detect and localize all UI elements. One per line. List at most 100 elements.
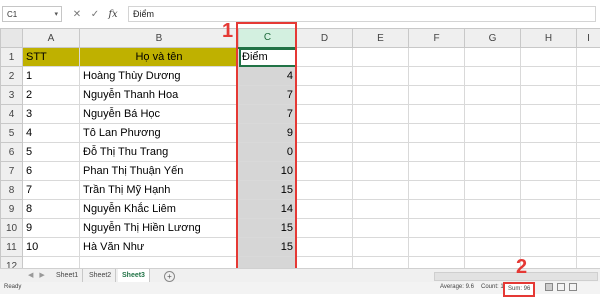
cell[interactable] — [465, 124, 521, 143]
cancel-icon[interactable]: ✕ — [72, 9, 82, 20]
cell[interactable] — [297, 200, 353, 219]
cell[interactable] — [465, 67, 521, 86]
cell[interactable] — [353, 238, 409, 257]
cell[interactable] — [521, 181, 577, 200]
cell-name[interactable]: Hoàng Thùy Dương — [80, 67, 239, 86]
cell[interactable] — [521, 238, 577, 257]
cell-score-header[interactable]: Điểm — [239, 48, 297, 67]
cell-stt[interactable]: 5 — [23, 143, 80, 162]
row-header[interactable]: 5 — [1, 124, 23, 143]
cell[interactable] — [577, 238, 600, 257]
cell[interactable] — [353, 48, 409, 67]
add-sheet-icon[interactable]: + — [164, 271, 175, 282]
normal-view-icon[interactable] — [545, 283, 553, 291]
cell[interactable] — [577, 219, 600, 238]
cell[interactable] — [409, 162, 465, 181]
cell[interactable] — [521, 67, 577, 86]
cell[interactable] — [577, 86, 600, 105]
cell-score[interactable]: 4 — [239, 67, 297, 86]
cell-stt[interactable]: 4 — [23, 124, 80, 143]
cell[interactable] — [465, 105, 521, 124]
cell[interactable] — [521, 200, 577, 219]
cell[interactable] — [409, 181, 465, 200]
cell[interactable] — [409, 67, 465, 86]
cell[interactable] — [521, 143, 577, 162]
select-all-corner[interactable] — [1, 29, 23, 48]
cell[interactable] — [577, 162, 600, 181]
cell[interactable] — [409, 105, 465, 124]
cell[interactable] — [297, 219, 353, 238]
cell-stt[interactable]: 10 — [23, 238, 80, 257]
cell[interactable] — [297, 67, 353, 86]
column-header-c[interactable]: C — [239, 29, 297, 48]
cell[interactable] — [297, 181, 353, 200]
cell[interactable] — [353, 124, 409, 143]
cell[interactable] — [521, 162, 577, 181]
cell[interactable] — [353, 105, 409, 124]
cell[interactable] — [465, 143, 521, 162]
cell[interactable] — [353, 162, 409, 181]
column-header-e[interactable]: E — [353, 29, 409, 48]
cell-stt[interactable]: 6 — [23, 162, 80, 181]
sheet-tab-1[interactable]: Sheet1 — [52, 269, 83, 283]
cell-stt[interactable]: 1 — [23, 67, 80, 86]
cell[interactable] — [521, 48, 577, 67]
column-header-f[interactable]: F — [409, 29, 465, 48]
column-header-a[interactable]: A — [23, 29, 80, 48]
cell[interactable] — [465, 162, 521, 181]
cell[interactable] — [353, 181, 409, 200]
cell-score[interactable]: 15 — [239, 219, 297, 238]
cell[interactable] — [465, 219, 521, 238]
cell[interactable] — [409, 86, 465, 105]
cell[interactable] — [521, 105, 577, 124]
cell[interactable] — [297, 162, 353, 181]
cell[interactable] — [297, 238, 353, 257]
cell-stt[interactable]: 9 — [23, 219, 80, 238]
sheet-tab-2[interactable]: Sheet2 — [85, 269, 116, 283]
page-layout-icon[interactable] — [557, 283, 565, 291]
cell[interactable] — [409, 48, 465, 67]
cell-score[interactable]: 7 — [239, 105, 297, 124]
cell[interactable] — [465, 86, 521, 105]
cell-name[interactable]: Nguyễn Bá Học — [80, 105, 239, 124]
cell[interactable] — [353, 219, 409, 238]
cell[interactable] — [521, 86, 577, 105]
cell[interactable] — [409, 238, 465, 257]
insert-function-icon[interactable]: fx — [108, 9, 118, 20]
cell-stt[interactable]: 3 — [23, 105, 80, 124]
cell[interactable] — [409, 124, 465, 143]
cell-score[interactable]: 15 — [239, 181, 297, 200]
enter-icon[interactable]: ✓ — [90, 9, 100, 20]
cell[interactable] — [577, 181, 600, 200]
cell[interactable] — [577, 105, 600, 124]
cell-stt[interactable]: 8 — [23, 200, 80, 219]
formula-input[interactable]: Điểm — [128, 6, 596, 22]
cell[interactable] — [465, 238, 521, 257]
row-header[interactable]: 4 — [1, 105, 23, 124]
cell[interactable] — [353, 143, 409, 162]
cell-score[interactable]: 15 — [239, 238, 297, 257]
cell[interactable] — [521, 124, 577, 143]
cell-score[interactable]: 14 — [239, 200, 297, 219]
column-header-d[interactable]: D — [297, 29, 353, 48]
cell[interactable] — [297, 105, 353, 124]
row-header[interactable]: 10 — [1, 219, 23, 238]
cell[interactable] — [521, 219, 577, 238]
cell[interactable] — [577, 48, 600, 67]
cell-stt[interactable]: 2 — [23, 86, 80, 105]
cell[interactable] — [577, 200, 600, 219]
cell-name-header[interactable]: Họ và tên — [80, 48, 239, 67]
row-header[interactable]: 8 — [1, 181, 23, 200]
prev-sheet-icon[interactable]: ◀ — [28, 272, 33, 279]
column-header-g[interactable]: G — [465, 29, 521, 48]
row-header[interactable]: 3 — [1, 86, 23, 105]
page-break-icon[interactable] — [569, 283, 577, 291]
cell[interactable] — [353, 67, 409, 86]
row-header[interactable]: 7 — [1, 162, 23, 181]
cell[interactable] — [297, 86, 353, 105]
cell-stt-header[interactable]: STT — [23, 48, 80, 67]
cell[interactable] — [465, 48, 521, 67]
cell[interactable] — [297, 143, 353, 162]
cell[interactable] — [577, 67, 600, 86]
cell-name[interactable]: Hà Văn Như — [80, 238, 239, 257]
